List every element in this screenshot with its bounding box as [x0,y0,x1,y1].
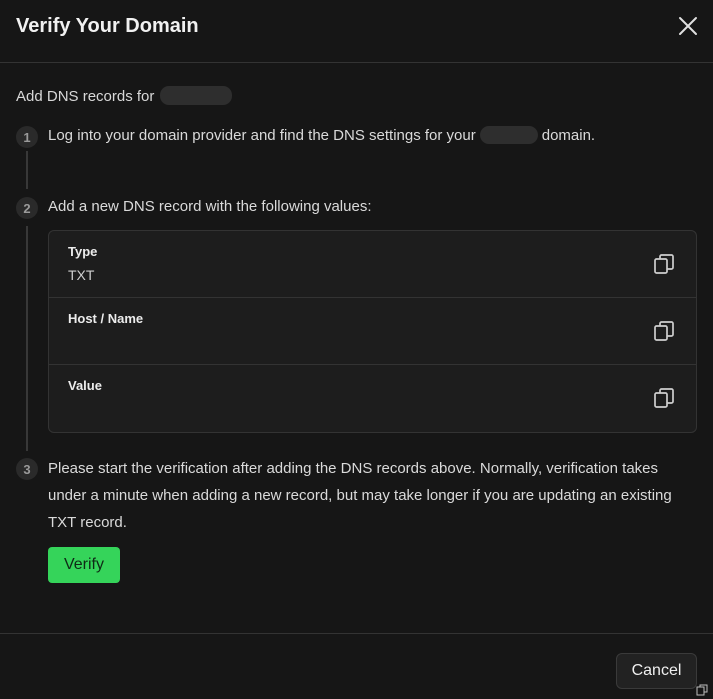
redacted-domain [160,86,233,106]
dialog-header: Verify Your Domain [0,0,713,63]
redacted-domain [479,125,538,144]
step-1-text-after: domain. [541,127,596,144]
step-1-text-before: Log into your domain provider and find t… [48,127,476,144]
step-number-1: 1 [16,126,38,148]
footer-divider [0,633,713,634]
copy-icon [654,321,674,341]
dns-records-table: Type TXT Host / Name Value [48,230,697,433]
dialog-title: Verify Your Domain [16,15,199,37]
step-number-3: 3 [16,458,38,480]
step-connector [26,151,28,189]
step-1-text: Log into your domain provider and find t… [48,122,595,149]
record-row-value: Value [49,365,696,432]
copy-icon [654,254,674,274]
step-connector [26,226,28,451]
copy-type-button[interactable] [652,252,676,276]
verify-button[interactable]: Verify [48,547,120,583]
intro-text: Add DNS records for [16,88,155,105]
record-label: Host / Name [68,311,144,326]
record-label: Type [68,244,98,259]
dns-intro: Add DNS records for [16,86,233,106]
copy-icon [654,388,674,408]
record-value: TXT [68,267,95,283]
cancel-button[interactable]: Cancel [616,653,697,689]
record-label: Value [68,378,102,393]
step-number-2: 2 [16,197,38,219]
step-3-text: Please start the verification after addi… [48,460,672,531]
close-button[interactable] [676,14,700,38]
copy-host-button[interactable] [652,319,676,343]
close-icon [679,17,697,35]
record-row-host: Host / Name [49,298,696,365]
record-row-type: Type TXT [49,231,696,298]
copy-value-button[interactable] [652,386,676,410]
copy-icon [696,684,708,696]
verify-domain-dialog: Verify Your Domain Add DNS records for 1… [0,0,713,699]
step-2-text: Add a new DNS record with the following … [48,198,372,215]
